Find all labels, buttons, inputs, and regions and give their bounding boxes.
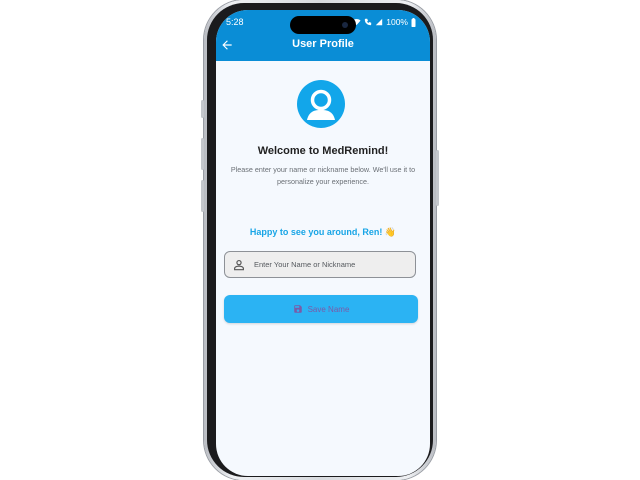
person-icon: [307, 89, 335, 120]
call-icon: [365, 18, 372, 26]
volume-up-button: [201, 138, 204, 170]
welcome-title: Welcome to MedRemind!: [257, 145, 389, 157]
battery-icon: [411, 17, 416, 27]
name-input[interactable]: [254, 260, 415, 269]
app-bar: 5:28 100% User Profile: [216, 10, 430, 61]
status-icons: 100%: [352, 17, 416, 27]
phone-screen: 5:28 100% User Profile Welcome to MedRem…: [216, 10, 430, 476]
front-camera: [342, 22, 348, 28]
person-outline-icon: [234, 259, 244, 270]
avatar: [297, 80, 345, 128]
volume-down-button: [201, 180, 204, 212]
name-field[interactable]: [224, 251, 416, 278]
description-text: Please enter your name or nickname below…: [230, 165, 416, 186]
page-title: User Profile: [292, 38, 354, 50]
phone-bezel: 5:28 100% User Profile Welcome to MedRem…: [207, 3, 433, 477]
phone-frame: 5:28 100% User Profile Welcome to MedRem…: [201, 0, 439, 480]
dynamic-island: [290, 16, 356, 34]
save-button-label: Save Name: [307, 304, 350, 314]
action-button: [201, 100, 204, 118]
save-icon: [293, 305, 302, 313]
battery-percent: 100%: [386, 17, 408, 27]
signal-icon: [376, 18, 383, 26]
save-name-button[interactable]: Save Name: [224, 295, 418, 323]
greeting-text: Happy to see you around, Ren! 👋: [249, 227, 397, 237]
status-time: 5:28: [226, 17, 244, 27]
power-button: [436, 150, 439, 206]
